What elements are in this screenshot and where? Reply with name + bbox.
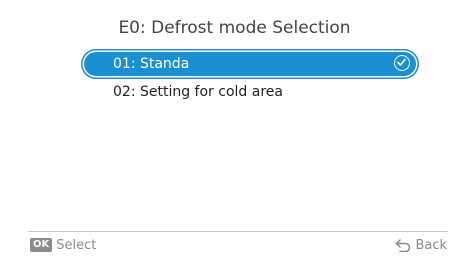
select-hint[interactable]: OK Select — [30, 236, 96, 254]
footer-divider — [28, 231, 448, 232]
defrost-mode-screen: E0: Defrost mode Selection 01: Standa 02… — [0, 0, 469, 258]
option-label: 02: Setting for cold area — [113, 84, 283, 100]
page-title: E0: Defrost mode Selection — [118, 18, 351, 38]
back-label: Back — [415, 237, 447, 253]
option-list: 01: Standa 02: Setting for cold area — [84, 52, 416, 108]
check-circle-icon — [394, 55, 410, 71]
back-arrow-icon — [395, 238, 411, 252]
back-button[interactable]: Back — [395, 236, 447, 254]
option-label: 01: Standa — [113, 56, 190, 72]
select-label: Select — [56, 237, 97, 253]
option-02-cold-area[interactable]: 02: Setting for cold area — [84, 80, 416, 104]
ok-key-icon: OK — [30, 238, 53, 252]
option-01-standard[interactable]: 01: Standa — [84, 52, 416, 76]
